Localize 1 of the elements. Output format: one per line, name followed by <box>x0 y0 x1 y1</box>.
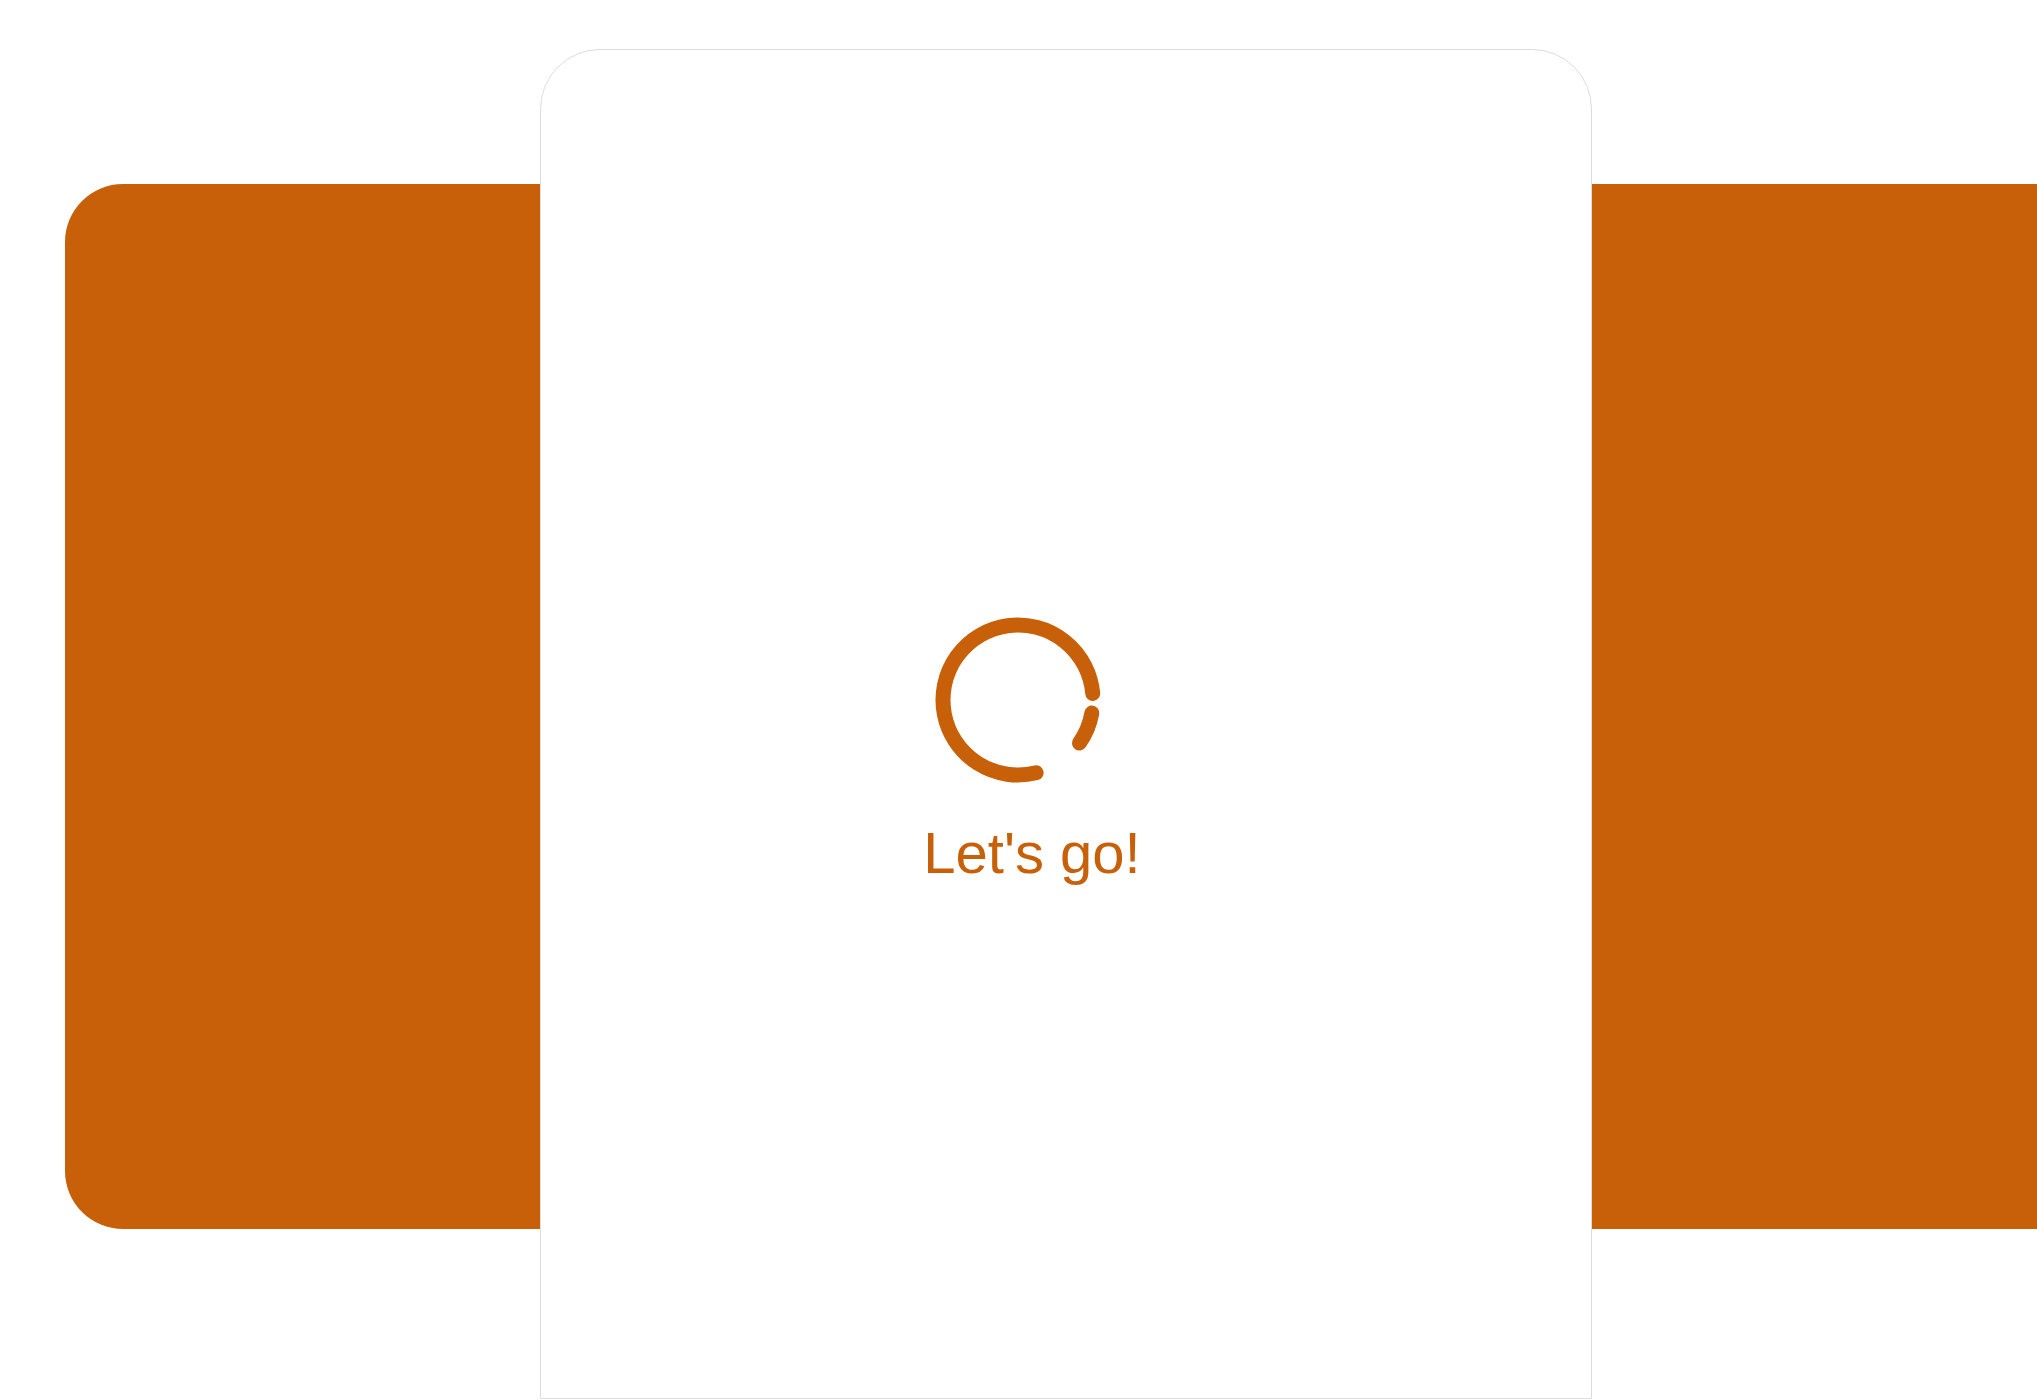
spinner-icon <box>935 617 1101 783</box>
